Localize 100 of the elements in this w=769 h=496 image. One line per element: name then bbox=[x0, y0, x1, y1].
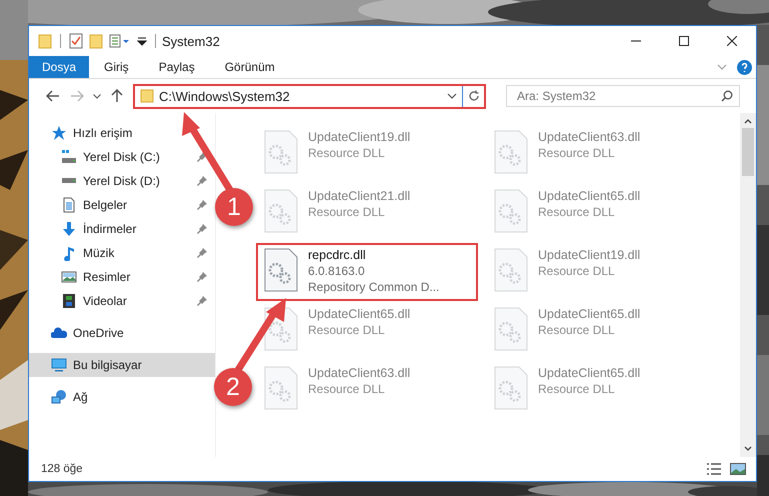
drive-icon bbox=[61, 149, 77, 165]
file-tile[interactable]: UpdateClient19.dll Resource DLL bbox=[256, 125, 478, 183]
sidebar-item-label: Resimler bbox=[83, 270, 132, 284]
file-name: UpdateClient63.dll bbox=[308, 366, 410, 380]
caret-icon[interactable] bbox=[447, 93, 457, 99]
file-detail: Resource DLL bbox=[538, 146, 616, 160]
expand-ribbon-icon[interactable] bbox=[717, 64, 727, 70]
pin-icon[interactable] bbox=[197, 224, 207, 234]
file-name: UpdateClient65.dll bbox=[308, 307, 410, 321]
sidebar-item[interactable]: Yerel Disk (C:) bbox=[29, 145, 215, 169]
forward-arrow-icon bbox=[70, 90, 84, 102]
ribbon-tab[interactable]: Görünüm bbox=[210, 56, 290, 78]
scroll-down-icon[interactable] bbox=[744, 446, 752, 452]
cloud-icon bbox=[51, 325, 67, 341]
file-detail: Resource DLL bbox=[538, 205, 616, 219]
pin-icon[interactable] bbox=[197, 272, 207, 282]
sidebar-item-label: Videolar bbox=[83, 294, 128, 308]
item-count: 128 öğe bbox=[41, 463, 83, 475]
file-tile[interactable]: UpdateClient65.dll Resource DLL bbox=[486, 361, 708, 419]
gear-file-icon bbox=[494, 366, 528, 410]
file-tile[interactable]: UpdateClient65.dll Resource DLL bbox=[486, 302, 708, 360]
ribbon-tab[interactable]: Paylaş bbox=[144, 56, 210, 78]
file-tile[interactable]: repcdrc.dll 6.0.8163.0 Repository Common D... bbox=[256, 243, 478, 301]
sidebar-item[interactable]: Bu bilgisayar bbox=[29, 353, 215, 377]
sidebar-item-label: Yerel Disk (C:) bbox=[83, 150, 161, 164]
file-tile[interactable]: UpdateClient65.dll Resource DLL bbox=[486, 184, 708, 242]
gear-file-icon bbox=[494, 248, 528, 292]
star-icon bbox=[51, 125, 67, 141]
address-bar[interactable]: C:\Windows\System32 bbox=[133, 84, 486, 108]
download-icon bbox=[61, 221, 77, 237]
scroll-up-icon[interactable] bbox=[744, 118, 752, 124]
search-icon[interactable] bbox=[721, 90, 733, 102]
sidebar-item-label: Belgeler bbox=[83, 198, 128, 212]
caret-icon bbox=[93, 94, 101, 98]
file-detail: Resource DLL bbox=[308, 323, 386, 337]
sidebar-item[interactable]: Ağ bbox=[29, 385, 215, 409]
sidebar-item[interactable]: Hızlı erişim bbox=[29, 121, 215, 145]
address-path: C:\Windows\System32 bbox=[159, 88, 291, 104]
checklist-icon[interactable] bbox=[69, 33, 83, 49]
properties-icon[interactable] bbox=[109, 33, 131, 49]
file-name: UpdateClient21.dll bbox=[308, 189, 410, 203]
scrollbar[interactable] bbox=[740, 113, 756, 457]
pin-icon[interactable] bbox=[197, 152, 207, 162]
file-tile[interactable]: UpdateClient21.dll Resource DLL bbox=[256, 184, 478, 242]
sidebar-item-label: Hızlı erişim bbox=[73, 126, 134, 140]
document-icon bbox=[61, 197, 77, 213]
file-tile[interactable]: UpdateClient63.dll Resource DLL bbox=[256, 361, 478, 419]
drive-icon bbox=[61, 178, 77, 184]
file-name: repcdrc.dll bbox=[308, 248, 367, 262]
gear-file-icon bbox=[264, 189, 298, 233]
search-field[interactable]: Ara: System32 bbox=[506, 85, 740, 107]
ribbon-tab[interactable]: Dosya bbox=[29, 56, 90, 78]
back-arrow-icon bbox=[46, 90, 60, 102]
sidebar-item-label: İndirmeler bbox=[83, 222, 138, 236]
sidebar-item[interactable]: Yerel Disk (D:) bbox=[29, 169, 215, 193]
sidebar-item[interactable]: Videolar bbox=[29, 289, 215, 313]
sidebar-item-label: OneDrive bbox=[73, 326, 125, 340]
network-icon bbox=[51, 389, 67, 405]
pin-icon[interactable] bbox=[197, 248, 207, 258]
gear-file-icon bbox=[494, 130, 528, 174]
file-tile[interactable]: UpdateClient19.dll Resource DLL bbox=[486, 243, 708, 301]
file-tile[interactable]: UpdateClient63.dll Resource DLL bbox=[486, 125, 708, 183]
film-icon bbox=[61, 293, 77, 309]
sidebar-item[interactable]: Resimler bbox=[29, 265, 215, 289]
ribbon-tab[interactable]: Giriş bbox=[89, 56, 144, 78]
sidebar-item[interactable]: OneDrive bbox=[29, 321, 215, 345]
file-detail: Resource DLL bbox=[538, 264, 616, 278]
pin-icon[interactable] bbox=[197, 296, 207, 306]
gear-file-icon bbox=[264, 248, 298, 292]
folder-icon bbox=[140, 89, 154, 103]
file-detail: 6.0.8163.0 bbox=[308, 264, 366, 278]
monitor-icon bbox=[51, 357, 67, 373]
details-view-icon[interactable] bbox=[706, 462, 722, 476]
large-icons-view-icon[interactable] bbox=[730, 462, 746, 476]
close-icon bbox=[727, 36, 737, 46]
refresh-icon bbox=[468, 90, 480, 102]
pin-icon[interactable] bbox=[197, 176, 207, 186]
sidebar-item-label: Müzik bbox=[83, 246, 116, 260]
file-name: UpdateClient65.dll bbox=[538, 189, 640, 203]
file-name: UpdateClient19.dll bbox=[308, 130, 410, 144]
file-detail: Resource DLL bbox=[308, 146, 386, 160]
customize-toolbar-icon[interactable] bbox=[137, 36, 147, 46]
sidebar-item[interactable]: İndirmeler bbox=[29, 217, 215, 241]
window-title: System32 bbox=[162, 34, 220, 48]
up-arrow-icon bbox=[111, 89, 123, 103]
file-detail: Repository Common D... bbox=[308, 280, 440, 294]
gear-file-icon bbox=[264, 130, 298, 174]
pin-icon[interactable] bbox=[197, 200, 207, 210]
gear-file-icon bbox=[264, 366, 298, 410]
sidebar-item[interactable]: Belgeler bbox=[29, 193, 215, 217]
sidebar-item-label: Yerel Disk (D:) bbox=[83, 174, 161, 188]
file-name: UpdateClient65.dll bbox=[538, 366, 640, 380]
help-icon[interactable] bbox=[737, 60, 752, 74]
gear-file-icon bbox=[494, 307, 528, 351]
gear-file-icon bbox=[494, 189, 528, 233]
sidebar-item-label: Ağ bbox=[73, 390, 89, 404]
sidebar-item[interactable]: Müzik bbox=[29, 241, 215, 265]
scrollbar-thumb[interactable] bbox=[742, 128, 754, 176]
file-detail: Resource DLL bbox=[538, 323, 616, 337]
sidebar-item-label: Bu bilgisayar bbox=[73, 358, 143, 372]
